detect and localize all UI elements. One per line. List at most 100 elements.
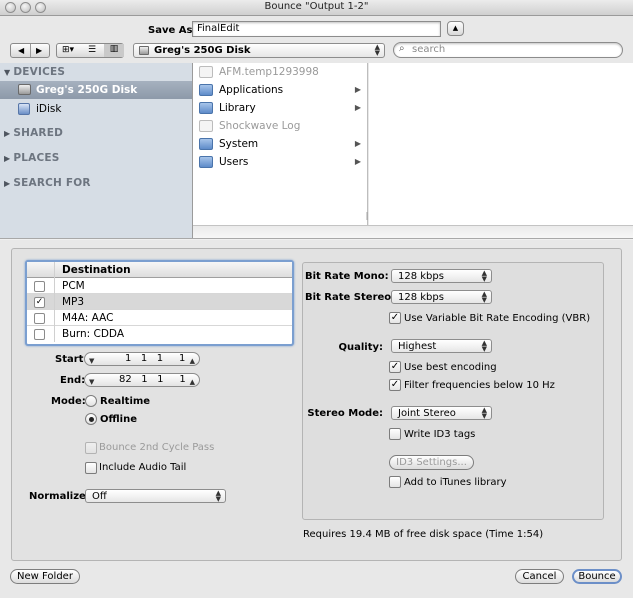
folder-icon bbox=[199, 84, 213, 96]
disclosure-closed-icon: ▶ bbox=[4, 154, 11, 163]
folder-item[interactable]: Library ▶ bbox=[193, 99, 367, 117]
itunes-label: Add to iTunes library bbox=[404, 477, 507, 488]
popup-arrows-icon: ▲ ▼ bbox=[481, 269, 487, 283]
chevron-down-icon[interactable]: ▼ bbox=[89, 355, 94, 367]
sidebar: ▼ DEVICES Greg's 250G Disk iDisk ▶ SHARED … bbox=[0, 63, 193, 238]
table-row[interactable]: Burn: CDDA bbox=[27, 326, 292, 342]
places-header[interactable]: ▶ PLACES bbox=[4, 152, 60, 164]
offline-label: Offline bbox=[100, 414, 137, 425]
vbr-checkbox[interactable]: ✓ bbox=[389, 312, 401, 324]
sidebar-item-idisk[interactable]: iDisk bbox=[0, 100, 192, 118]
document-icon bbox=[199, 120, 213, 132]
table-row[interactable]: PCM bbox=[27, 278, 292, 294]
quality-label: Quality: bbox=[338, 342, 383, 353]
search-for-header[interactable]: ▶ SEARCH FOR bbox=[4, 177, 91, 189]
divider bbox=[0, 238, 633, 240]
forward-icon[interactable]: ▶ bbox=[36, 46, 42, 55]
filter-checkbox[interactable]: ✓ bbox=[389, 379, 401, 391]
chevron-up-icon[interactable]: ▲ bbox=[190, 355, 195, 367]
realtime-radio[interactable] bbox=[85, 395, 97, 407]
title-bar: Bounce "Output 1-2" bbox=[0, 0, 633, 16]
id3-settings-button[interactable]: ID3 Settings... bbox=[389, 455, 474, 470]
window-title: Bounce "Output 1-2" bbox=[264, 1, 369, 12]
file-item[interactable]: Shockwave Log bbox=[193, 117, 367, 135]
offline-radio[interactable] bbox=[85, 413, 97, 425]
search-icon: ⌕ bbox=[399, 43, 405, 54]
popup-arrows-icon: ▲ ▼ bbox=[374, 43, 380, 57]
disclosure-closed-icon: ▶ bbox=[4, 129, 11, 138]
icon-view-icon[interactable]: ⊞▾ bbox=[62, 45, 74, 55]
folder-item[interactable]: Users ▶ bbox=[193, 153, 367, 171]
mp3-checkbox[interactable]: ✓ bbox=[34, 297, 45, 308]
include-tail-label: Include Audio Tail bbox=[99, 462, 187, 473]
popup-arrows-icon: ▲ ▼ bbox=[481, 339, 487, 353]
table-row[interactable]: M4A: AAC bbox=[27, 310, 292, 326]
folder-icon bbox=[199, 156, 213, 168]
filter-label: Filter frequencies below 10 Hz bbox=[404, 380, 555, 391]
end-label: End: bbox=[60, 375, 86, 386]
file-column-2 bbox=[369, 63, 633, 225]
file-column-1: AFM.temp1293998 Applications ▶ Library ▶ S… bbox=[193, 63, 371, 225]
include-tail-checkbox[interactable] bbox=[85, 462, 97, 474]
best-encoding-checkbox[interactable]: ✓ bbox=[389, 361, 401, 373]
id3-checkbox[interactable] bbox=[389, 428, 401, 440]
chevron-right-icon: ▶ bbox=[354, 157, 361, 166]
search-placeholder: search bbox=[412, 44, 446, 55]
pcm-checkbox[interactable] bbox=[34, 281, 45, 292]
m4a-checkbox[interactable] bbox=[34, 313, 45, 324]
itunes-checkbox[interactable] bbox=[389, 476, 401, 488]
column-view-icon[interactable]: ▥ bbox=[104, 44, 124, 57]
new-folder-button[interactable]: New Folder bbox=[10, 569, 80, 584]
bounce-dialog: Bounce "Output 1-2" Save As: FinalEdit ▲… bbox=[0, 0, 633, 598]
bitrate-stereo-label: Bit Rate Stereo: bbox=[305, 292, 396, 303]
mode-label: Mode: bbox=[51, 396, 86, 407]
vbr-label: Use Variable Bit Rate Encoding (VBR) bbox=[404, 313, 591, 324]
folder-item[interactable]: System ▶ bbox=[193, 135, 367, 153]
chevron-up-icon[interactable]: ▲ bbox=[190, 376, 195, 388]
chevron-right-icon: ▶ bbox=[354, 139, 361, 148]
document-icon bbox=[199, 66, 213, 78]
cancel-button[interactable]: Cancel bbox=[515, 569, 564, 584]
quality-popup[interactable]: Highest ▲ ▼ bbox=[391, 339, 492, 353]
stereo-mode-label: Stereo Mode: bbox=[307, 408, 383, 419]
back-icon[interactable]: ◀ bbox=[18, 46, 24, 55]
popup-arrows-icon: ▲ ▼ bbox=[481, 290, 487, 304]
bounce-2nd-checkbox[interactable] bbox=[85, 442, 97, 454]
bounce-button[interactable]: Bounce bbox=[572, 569, 622, 584]
chevron-down-icon[interactable]: ▼ bbox=[89, 376, 94, 388]
best-encoding-label: Use best encoding bbox=[404, 362, 497, 373]
location-popup[interactable]: Greg's 250G Disk ▲ ▼ bbox=[133, 43, 385, 58]
folder-icon bbox=[199, 102, 213, 114]
location-value: Greg's 250G Disk bbox=[154, 45, 251, 56]
hard-disk-icon bbox=[139, 46, 149, 55]
hard-disk-icon bbox=[18, 84, 31, 95]
bitrate-mono-popup[interactable]: 128 kbps ▲ ▼ bbox=[391, 269, 492, 283]
shared-header[interactable]: ▶ SHARED bbox=[4, 127, 63, 139]
devices-header[interactable]: ▼ DEVICES bbox=[4, 66, 65, 78]
save-as-field[interactable]: FinalEdit bbox=[192, 21, 441, 37]
folder-item[interactable]: Applications ▶ bbox=[193, 81, 367, 99]
sidebar-item-hard-disk[interactable]: Greg's 250G Disk bbox=[0, 81, 192, 99]
burn-checkbox[interactable] bbox=[34, 329, 45, 340]
search-field[interactable]: ⌕ search bbox=[393, 42, 623, 58]
start-stepper[interactable]: ▼ 1 1 1 1 ▲ bbox=[84, 352, 200, 366]
id3-label: Write ID3 tags bbox=[404, 429, 476, 440]
disk-space-status: Requires 19.4 MB of free disk space (Tim… bbox=[303, 529, 544, 540]
table-row[interactable]: ✓ MP3 bbox=[27, 294, 292, 310]
end-stepper[interactable]: ▼ 82 1 1 1 ▲ bbox=[84, 373, 200, 387]
horizontal-scrollbar[interactable] bbox=[193, 225, 633, 238]
file-item[interactable]: AFM.temp1293998 bbox=[193, 63, 367, 81]
disclosure-open-icon: ▼ bbox=[4, 68, 11, 77]
expand-dialog-button[interactable]: ▲ bbox=[447, 21, 464, 36]
popup-arrows-icon: ▲ ▼ bbox=[215, 489, 221, 503]
bitrate-stereo-popup[interactable]: 128 kbps ▲ ▼ bbox=[391, 290, 492, 304]
view-switcher: ⊞▾ ☰ ▥ bbox=[56, 43, 124, 58]
destination-table: Destination PCM ✓ MP3 M4A: AAC Burn: CDD… bbox=[25, 260, 294, 346]
triangle-up-icon: ▲ bbox=[452, 24, 459, 32]
normalize-popup[interactable]: Off ▲ ▼ bbox=[85, 489, 226, 503]
stereo-mode-popup[interactable]: Joint Stereo ▲ ▼ bbox=[391, 406, 492, 420]
list-view-icon[interactable]: ☰ bbox=[88, 45, 96, 55]
start-label: Start: bbox=[55, 354, 88, 365]
end-value: 82 1 1 1 bbox=[119, 374, 186, 385]
popup-arrows-icon: ▲ ▼ bbox=[481, 406, 487, 420]
